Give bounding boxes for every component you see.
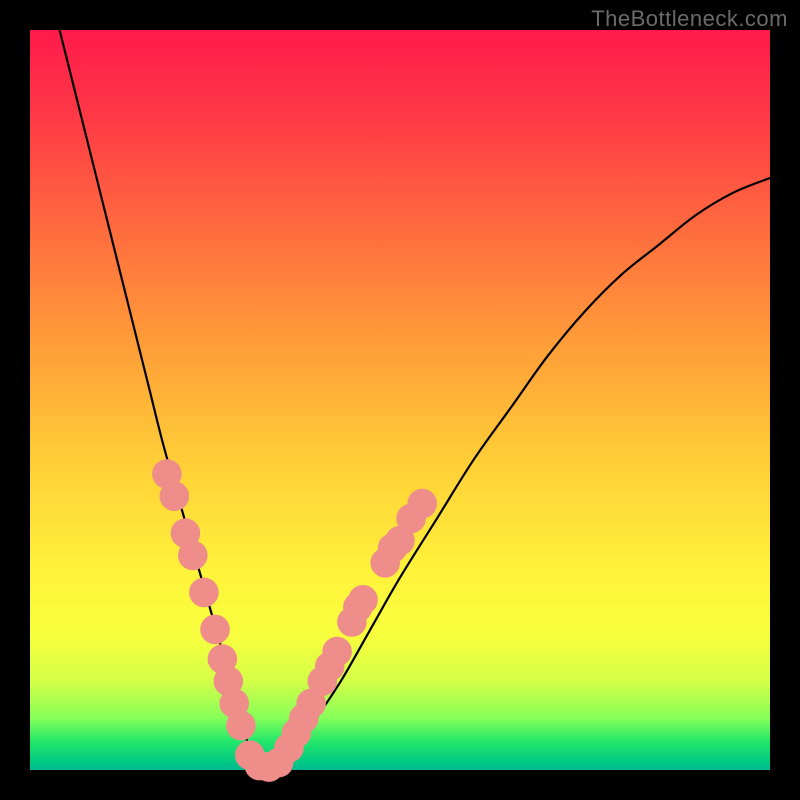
left-dot-2 xyxy=(160,481,190,511)
left-dot-4 xyxy=(178,541,208,571)
left-dot-5 xyxy=(189,578,219,608)
bottleneck-curve-path xyxy=(60,30,770,770)
chart-stage: TheBottleneck.com xyxy=(0,0,800,800)
chart-svg xyxy=(30,30,770,770)
right-dot-7 xyxy=(322,637,352,667)
plot-area xyxy=(30,30,770,770)
left-dot-10 xyxy=(226,711,256,741)
left-dot-6 xyxy=(200,615,230,645)
right-dot-10 xyxy=(348,585,378,615)
watermark-text: TheBottleneck.com xyxy=(591,6,788,32)
marker-dots xyxy=(152,459,437,782)
bottleneck-curve xyxy=(60,30,770,770)
right-dot-15 xyxy=(407,489,437,519)
